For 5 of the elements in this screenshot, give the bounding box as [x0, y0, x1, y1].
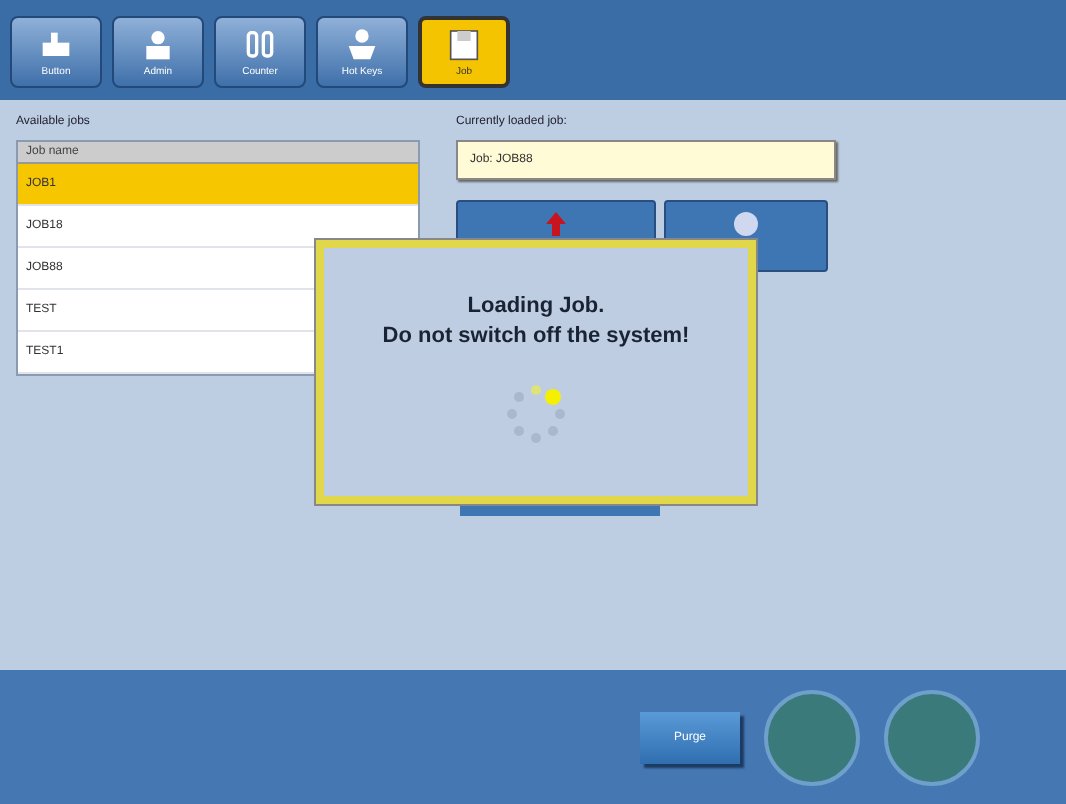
- arrow-icon: [542, 210, 570, 238]
- dialog-message: Loading Job.: [467, 292, 605, 322]
- globe-icon: [732, 210, 760, 238]
- spinner-icon: [502, 380, 570, 448]
- tab-icon: [444, 26, 484, 66]
